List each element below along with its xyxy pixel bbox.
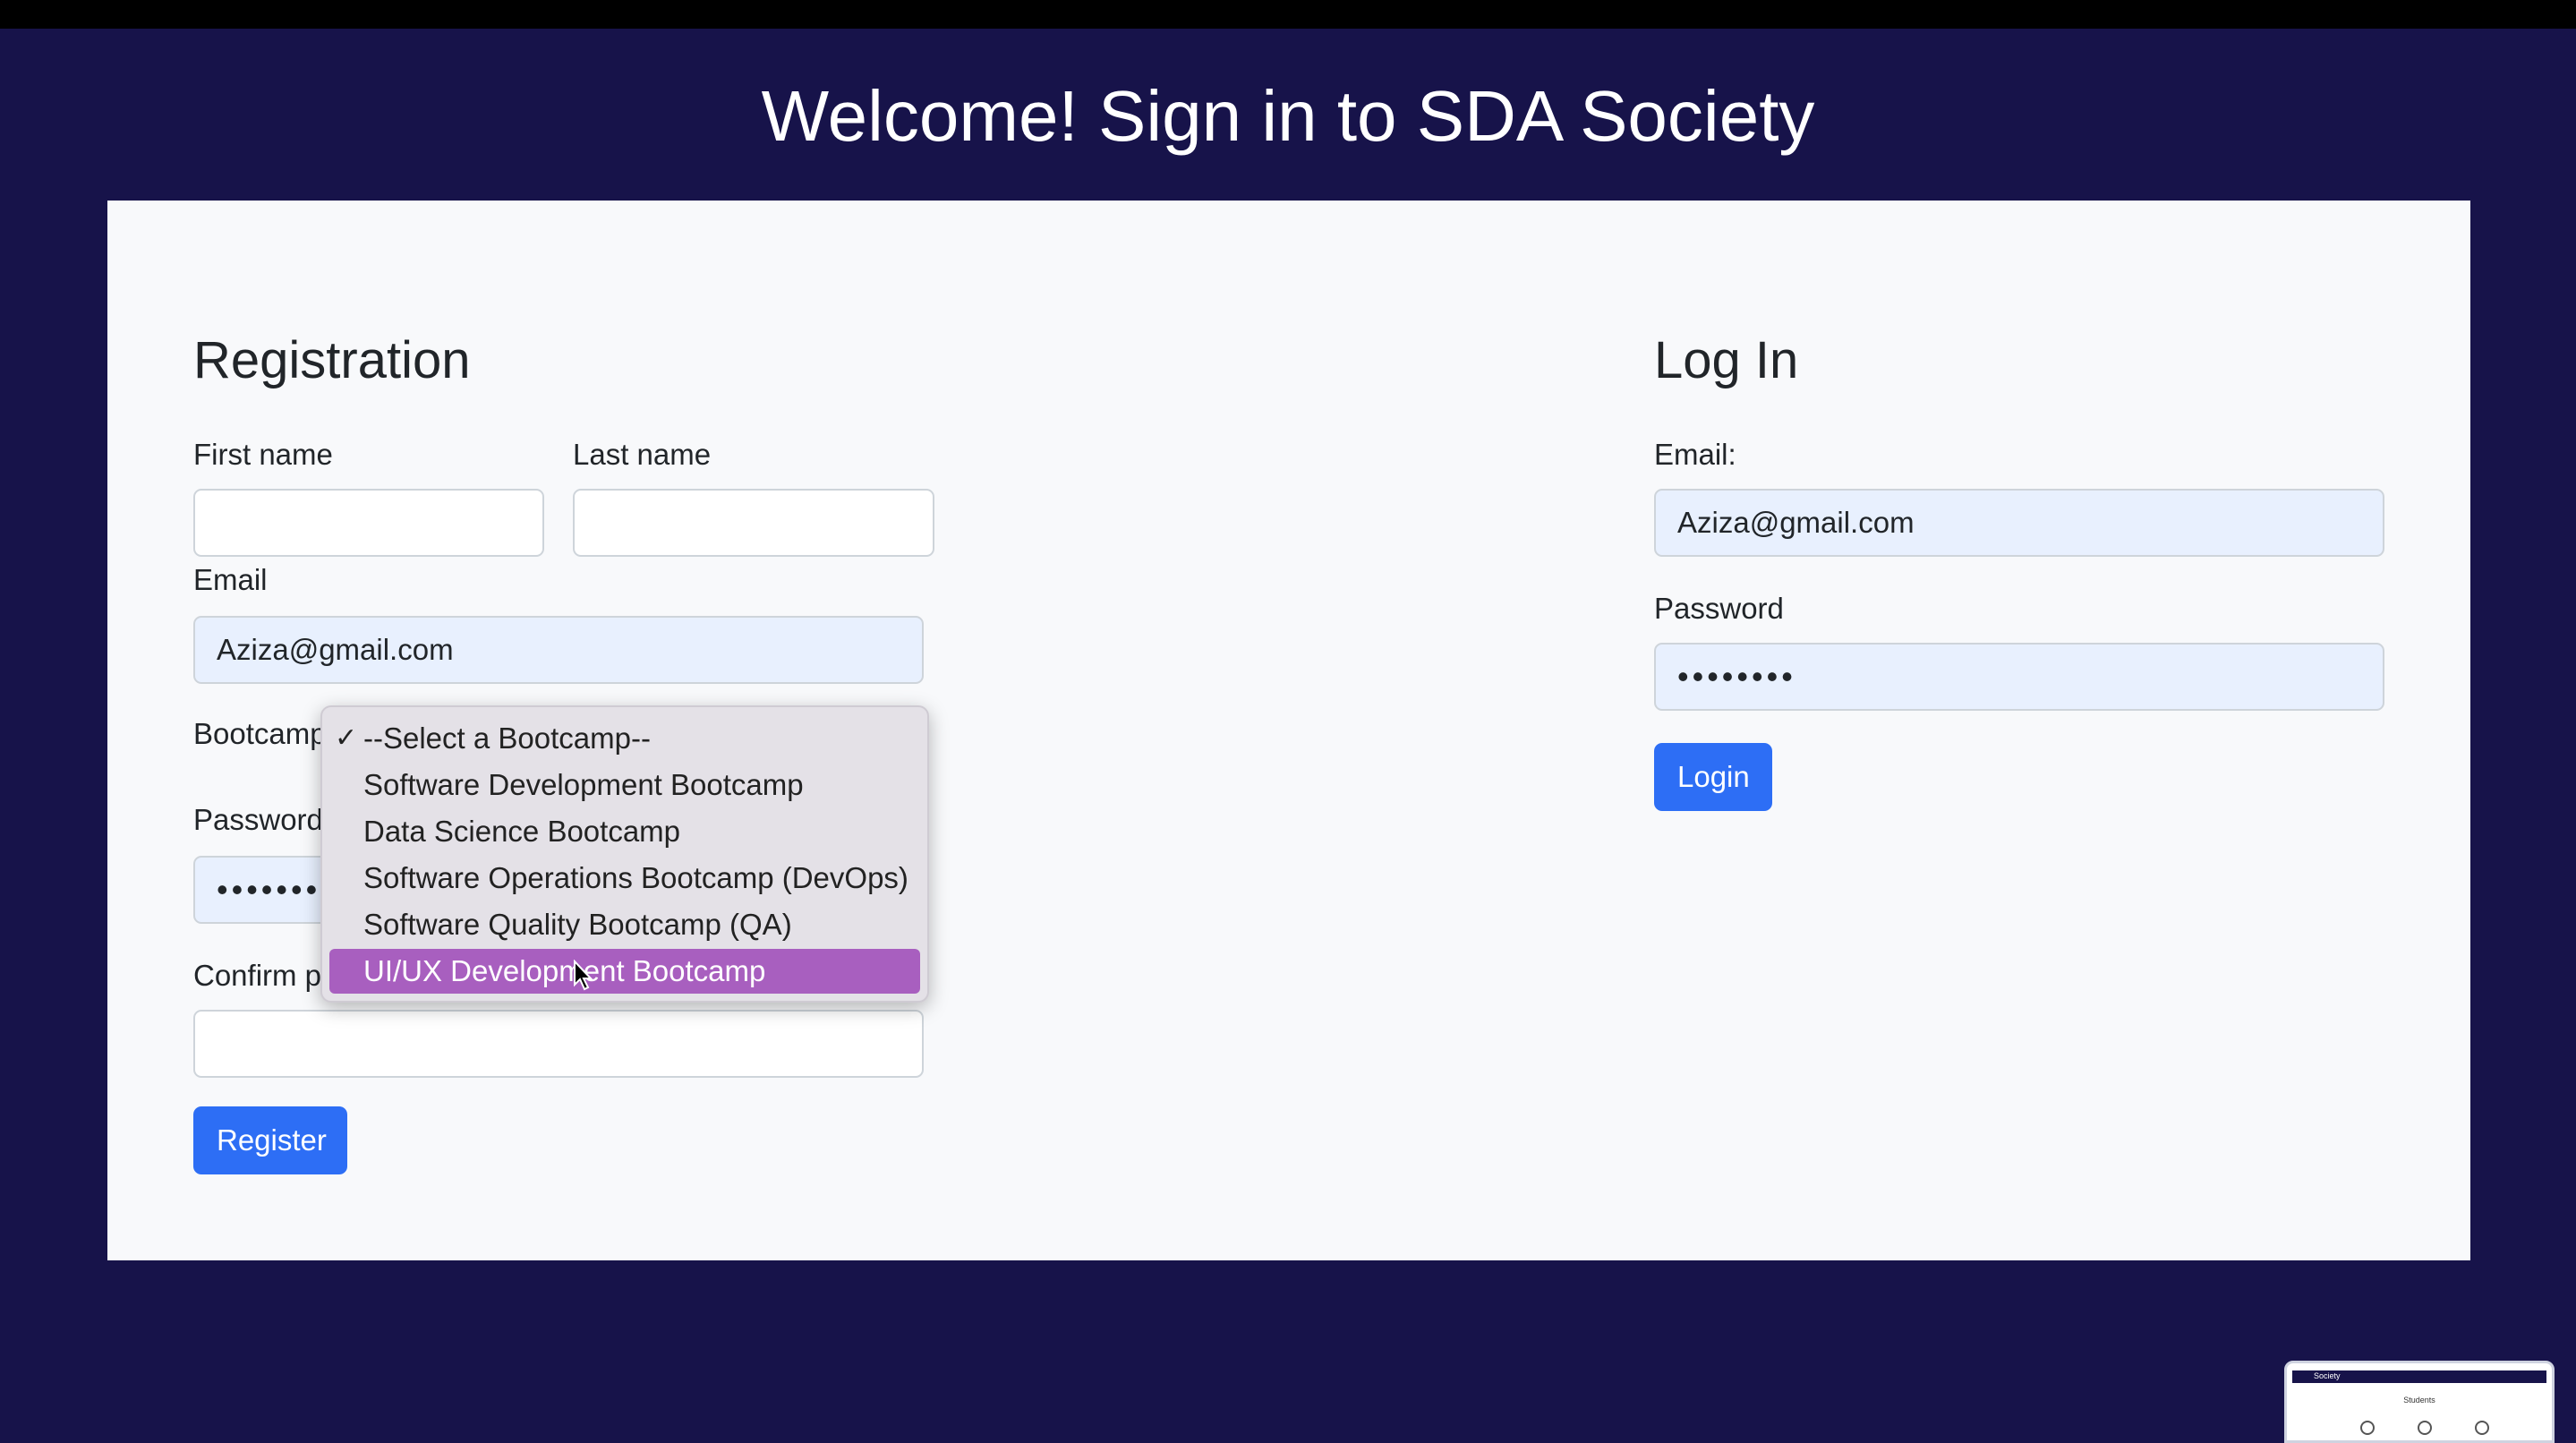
thumbnail-header-bar: Society xyxy=(2292,1370,2546,1383)
bootcamp-option-label: Software Quality Bootcamp (QA) xyxy=(363,908,792,941)
email-label: Email xyxy=(193,563,268,596)
mouse-cursor-icon xyxy=(574,960,593,991)
last-name-label: Last name xyxy=(573,438,712,471)
login-email-field[interactable] xyxy=(1654,489,2384,557)
bootcamp-option[interactable]: ✓ --Select a Bootcamp-- xyxy=(329,716,920,761)
password-label: Password xyxy=(193,803,323,836)
user-icon xyxy=(2475,1421,2489,1435)
thumbnail-title: Students xyxy=(2403,1396,2435,1405)
register-button[interactable]: Register xyxy=(193,1106,347,1174)
last-name-field[interactable] xyxy=(573,489,934,557)
login-title: Log In xyxy=(1654,331,1799,389)
bootcamp-option[interactable]: Software Quality Bootcamp (QA) xyxy=(329,902,920,947)
confirm-password-label: Confirm password xyxy=(193,959,328,992)
bootcamp-option-label: Software Development Bootcamp xyxy=(363,768,804,801)
confirm-password-field[interactable] xyxy=(193,1010,924,1078)
page-title: Welcome! Sign in to SDA Society xyxy=(761,76,1815,156)
screen-thumbnail[interactable]: Society Students xyxy=(2284,1361,2555,1443)
first-name-label: First name xyxy=(193,438,333,471)
window-top-bar xyxy=(0,0,2576,29)
bootcamp-option-highlighted[interactable]: UI/UX Development Bootcamp xyxy=(329,949,920,994)
user-icon xyxy=(2360,1421,2375,1435)
bootcamp-option-label: Software Operations Bootcamp (DevOps) xyxy=(363,861,908,894)
bootcamp-option[interactable]: Software Operations Bootcamp (DevOps) xyxy=(329,856,920,901)
bootcamp-option-label: --Select a Bootcamp-- xyxy=(363,722,651,755)
bootcamp-option-label: Data Science Bootcamp xyxy=(363,815,681,848)
checkmark-icon: ✓ xyxy=(335,723,358,753)
bootcamp-option[interactable]: Data Science Bootcamp xyxy=(329,809,920,854)
login-button[interactable]: Login xyxy=(1654,743,1772,811)
bootcamp-dropdown[interactable]: ✓ --Select a Bootcamp-- Software Develop… xyxy=(320,705,929,1003)
login-password-field[interactable] xyxy=(1654,643,2384,711)
bootcamp-label: Bootcamp xyxy=(193,717,327,750)
login-email-label: Email: xyxy=(1654,438,1736,471)
login-password-label: Password xyxy=(1654,592,1784,625)
bootcamp-option-label: UI/UX Development Bootcamp xyxy=(363,954,766,987)
first-name-field[interactable] xyxy=(193,489,544,557)
bootcamp-option[interactable]: Software Development Bootcamp xyxy=(329,763,920,807)
thumbnail-app-name: Society xyxy=(2314,1371,2341,1380)
user-icon xyxy=(2418,1421,2432,1435)
registration-title: Registration xyxy=(193,331,471,389)
email-field[interactable] xyxy=(193,616,924,684)
